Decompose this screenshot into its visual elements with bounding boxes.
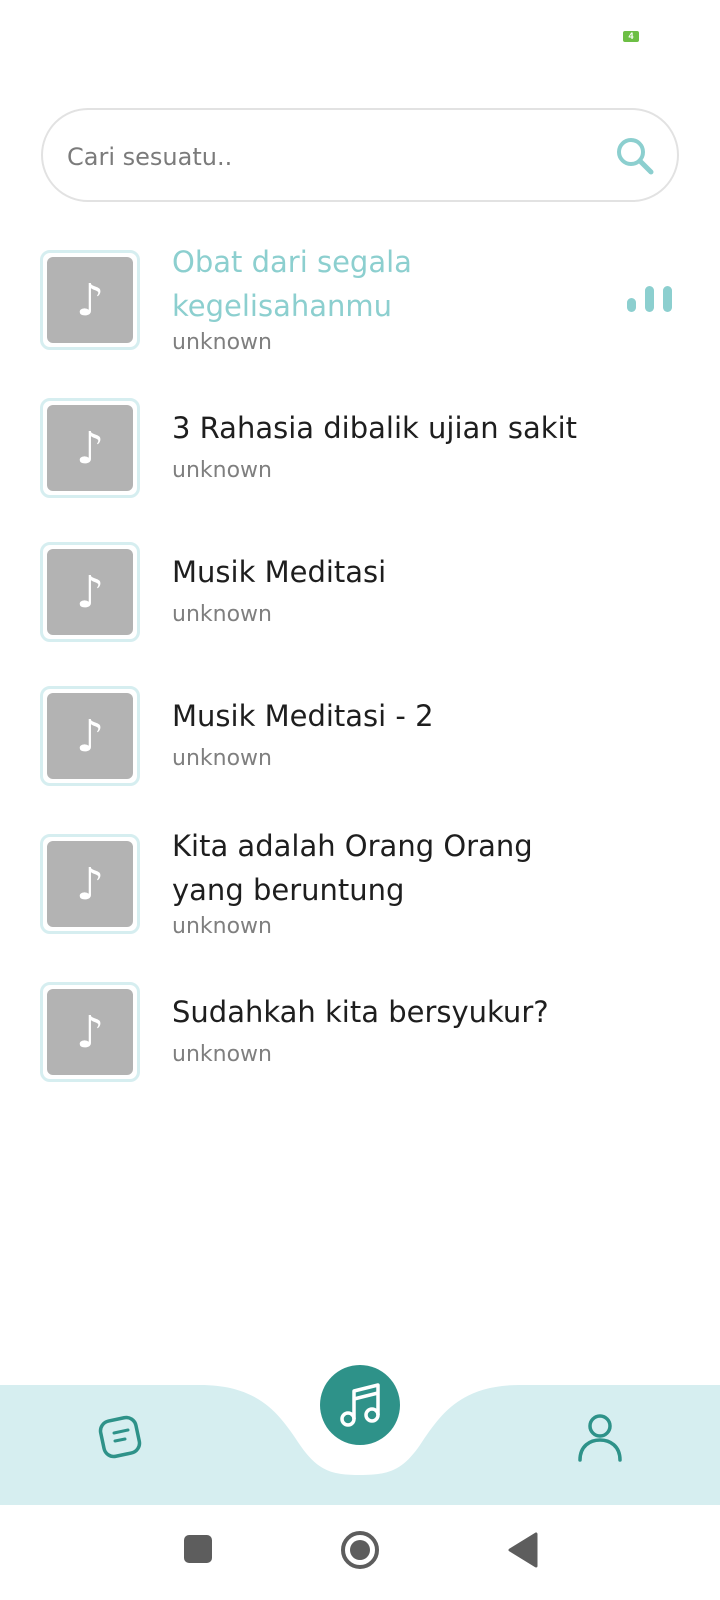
track-artist: unknown — [172, 458, 272, 483]
track-artist: unknown — [172, 914, 272, 939]
track-thumbnail: ♪ — [40, 250, 140, 350]
search-bar[interactable] — [41, 108, 679, 202]
music-note-icon: ♪ — [75, 274, 105, 326]
track-artist: unknown — [172, 746, 272, 771]
track-thumbnail: ♪ — [40, 834, 140, 934]
music-note-icon: ♪ — [75, 710, 105, 762]
track-artist: unknown — [172, 1042, 272, 1067]
track-thumbnail: ♪ — [40, 686, 140, 786]
track-title: Musik Meditasi - 2 — [172, 699, 434, 733]
bottom-navigation — [0, 1365, 720, 1505]
track-title: Musik Meditasi — [172, 555, 387, 589]
music-tab-button[interactable] — [320, 1365, 400, 1445]
music-note-icon: ♪ — [75, 422, 105, 474]
track-title: Sudahkah kita bersyukur? — [172, 995, 549, 1029]
status-bar: 4 — [0, 0, 720, 80]
track-title: Obat dari segala kegelisahanmu — [172, 245, 412, 323]
user-profile-icon[interactable] — [576, 1412, 624, 1462]
sticker-notes-icon[interactable] — [96, 1413, 144, 1461]
search-input[interactable] — [65, 134, 589, 180]
track-artist: unknown — [172, 330, 272, 355]
music-note-icon: ♪ — [75, 858, 105, 910]
track-thumbnail: ♪ — [40, 398, 140, 498]
music-note-icon: ♪ — [75, 1006, 105, 1058]
recent-apps-icon[interactable] — [182, 1533, 214, 1565]
music-note-icon — [340, 1383, 380, 1427]
battery-icon: 4 — [623, 31, 639, 42]
music-note-icon: ♪ — [75, 566, 105, 618]
home-icon[interactable] — [340, 1530, 380, 1570]
track-thumbnail: ♪ — [40, 542, 140, 642]
system-navigation-bar — [0, 1505, 720, 1600]
track-thumbnail: ♪ — [40, 982, 140, 1082]
back-icon[interactable] — [506, 1531, 540, 1569]
track-title: Kita adalah Orang Orang yang beruntung — [172, 829, 533, 907]
track-title: 3 Rahasia dibalik ujian sakit — [172, 411, 577, 445]
track-artist: unknown — [172, 602, 272, 627]
equalizer-playing-icon — [627, 286, 672, 312]
search-icon[interactable] — [613, 134, 657, 178]
